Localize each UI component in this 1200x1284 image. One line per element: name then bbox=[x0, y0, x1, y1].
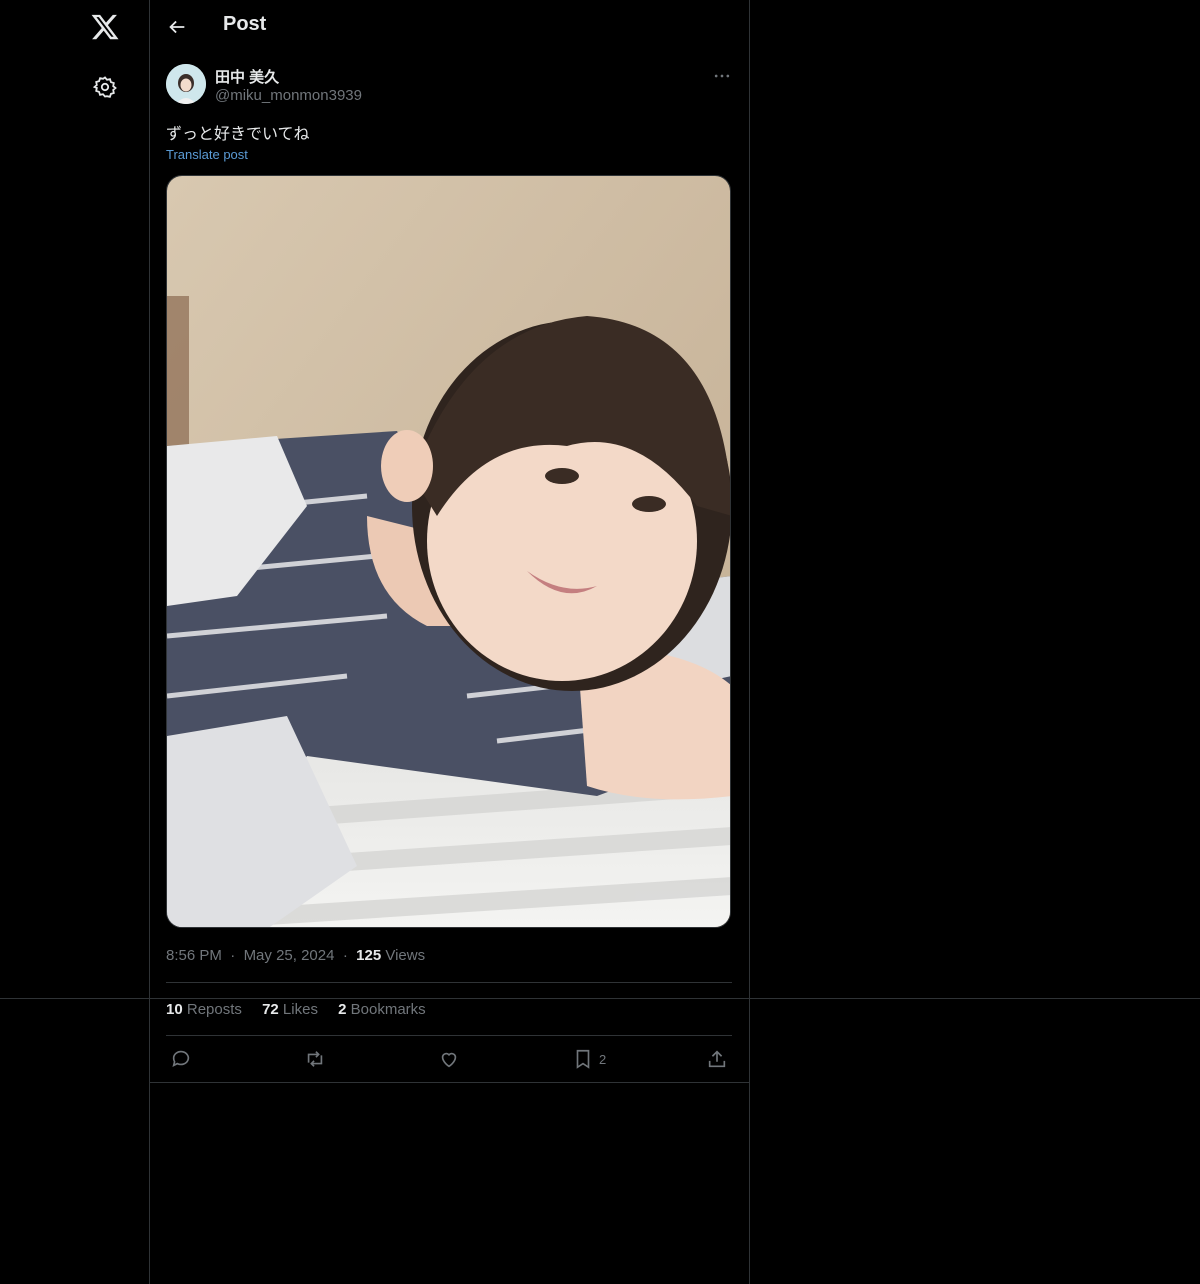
likes-stat[interactable]: 72 Likes bbox=[262, 1001, 318, 1018]
bookmark-count: 2 bbox=[599, 1051, 607, 1067]
likes-count: 72 bbox=[262, 1001, 279, 1018]
page-title: Post bbox=[223, 13, 267, 35]
divider bbox=[150, 1082, 749, 1083]
heart-icon bbox=[441, 1052, 457, 1068]
author-handle[interactable]: @miku_monmon3939 bbox=[215, 87, 362, 104]
bookmarks-count: 2 bbox=[338, 1001, 347, 1018]
bookmarks-stat[interactable]: 2 Bookmarks bbox=[338, 1001, 426, 1018]
post-column: Post 田中 美久 @miku_monmon3939 ずっと好きでいてね Tr… bbox=[149, 0, 750, 1284]
repost-icon bbox=[307, 1051, 323, 1067]
repost-button[interactable] bbox=[304, 1047, 326, 1071]
reply-icon bbox=[172, 1050, 190, 1067]
page-header: Post bbox=[150, 0, 749, 53]
bookmarks-label: Bookmarks bbox=[350, 1001, 426, 1018]
likes-label: Likes bbox=[282, 1001, 318, 1018]
left-nav bbox=[0, 0, 149, 1284]
post-timestamp: 8:56 PM · May 25, 2024 · 125 Views bbox=[166, 947, 425, 964]
views-label: Views bbox=[385, 947, 426, 964]
gear-icon[interactable] bbox=[93, 75, 117, 99]
separator-dot: · bbox=[230, 947, 236, 964]
separator-dot: · bbox=[342, 947, 348, 964]
bookmark-button[interactable]: 2 bbox=[572, 1047, 606, 1071]
x-logo-icon[interactable] bbox=[90, 12, 120, 42]
divider bbox=[166, 982, 732, 983]
share-button[interactable] bbox=[706, 1047, 728, 1071]
views-count: 125 bbox=[356, 947, 382, 964]
translate-post-link[interactable]: Translate post bbox=[166, 147, 248, 162]
reply-button[interactable] bbox=[170, 1047, 192, 1071]
post-actions: 2 bbox=[150, 1045, 749, 1073]
post-text: ずっと好きでいてね bbox=[166, 126, 310, 143]
avatar[interactable] bbox=[166, 64, 206, 104]
post-date[interactable]: May 25, 2024 bbox=[244, 947, 335, 964]
reposts-label: Reposts bbox=[186, 1001, 242, 1018]
share-icon bbox=[708, 1050, 726, 1068]
divider bbox=[166, 1035, 732, 1036]
post-time[interactable]: 8:56 PM bbox=[166, 947, 222, 964]
like-button[interactable] bbox=[438, 1047, 460, 1071]
post-stats: 10 Reposts 72 Likes 2 Bookmarks bbox=[166, 1001, 442, 1018]
author-display-name[interactable]: 田中 美久 bbox=[215, 66, 279, 87]
post-photo[interactable] bbox=[166, 175, 731, 928]
reposts-stat[interactable]: 10 Reposts bbox=[166, 1001, 242, 1018]
reposts-count: 10 bbox=[166, 1001, 183, 1018]
more-horizontal-icon[interactable] bbox=[712, 66, 732, 86]
bookmark-icon bbox=[576, 1049, 590, 1069]
arrow-left-icon[interactable] bbox=[166, 16, 188, 38]
